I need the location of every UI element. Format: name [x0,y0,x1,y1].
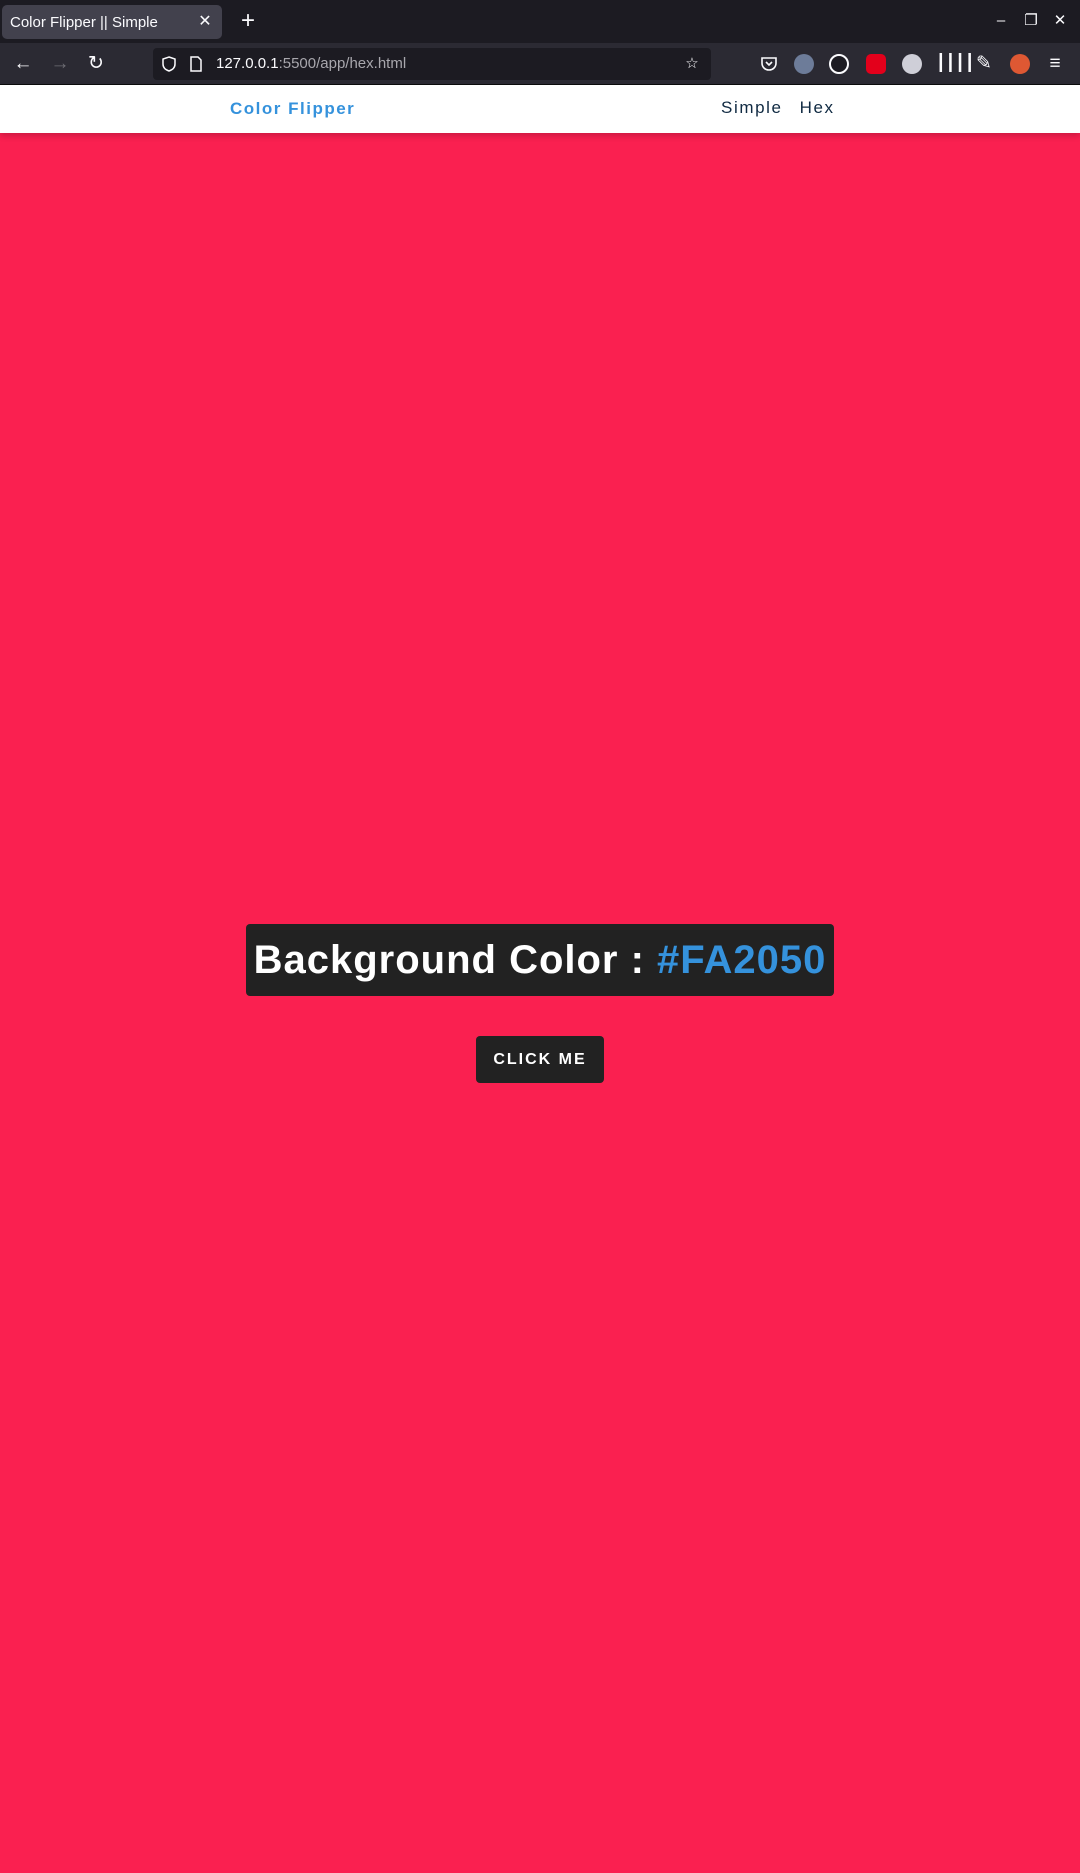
tab-close-icon[interactable]: ✕ [196,13,214,31]
restore-icon[interactable]: ❐ [1020,10,1042,32]
tab-title: Color Flipper || Simple [10,13,158,31]
extension-bars-icon[interactable]: ┃┃┃┃ [936,52,975,76]
address-bar[interactable]: 127.0.0.1:5500/app/hex.html ☆ [153,48,711,80]
bookmark-star-icon[interactable]: ☆ [680,52,704,76]
reload-icon[interactable]: ↻ [84,52,108,76]
extension-lock-icon[interactable] [866,54,886,74]
forward-icon[interactable]: → [48,52,72,76]
nav-link-simple[interactable]: Simple [721,98,783,118]
url-path: :5500/app/hex.html [278,55,407,72]
browser-toolbar: ← → ↻ 127.0.0.1:5500/app/hex.html ☆ ┃┃┃┃… [0,43,1080,85]
new-tab-icon[interactable]: + [236,9,260,33]
site-navbar: Color Flipper Simple Hex [0,85,1080,133]
extension-duckduckgo-icon[interactable] [1010,54,1030,74]
browser-tab[interactable]: Color Flipper || Simple ✕ [2,5,222,39]
close-window-icon[interactable]: ✕ [1049,10,1071,32]
minimize-icon[interactable]: – [990,10,1012,32]
url-host: 127.0.0.1 [216,55,279,72]
heading-label: Background Color : [253,937,658,982]
nav-link-hex[interactable]: Hex [800,98,835,118]
background-color-heading: Background Color : #FA2050 [246,924,834,996]
click-me-button[interactable]: CLICK ME [476,1036,604,1083]
extension-gear-icon[interactable] [902,54,922,74]
hex-color-value: #FA2050 [657,937,827,982]
page-icon [184,52,208,76]
extension-dark-icon[interactable] [829,54,849,74]
menu-icon[interactable]: ≡ [1043,52,1067,76]
shield-icon[interactable] [157,52,181,76]
pocket-icon[interactable] [757,52,781,76]
extension-pen-icon[interactable]: ✎ [972,52,996,76]
back-icon[interactable]: ← [11,52,35,76]
browser-tab-bar: Color Flipper || Simple ✕ + – ❐ ✕ [0,0,1080,43]
extension-avatar-icon[interactable] [794,54,814,74]
site-logo[interactable]: Color Flipper [230,99,355,119]
site-nav-links: Simple Hex [721,98,835,118]
url-text[interactable]: 127.0.0.1:5500/app/hex.html [216,55,406,72]
